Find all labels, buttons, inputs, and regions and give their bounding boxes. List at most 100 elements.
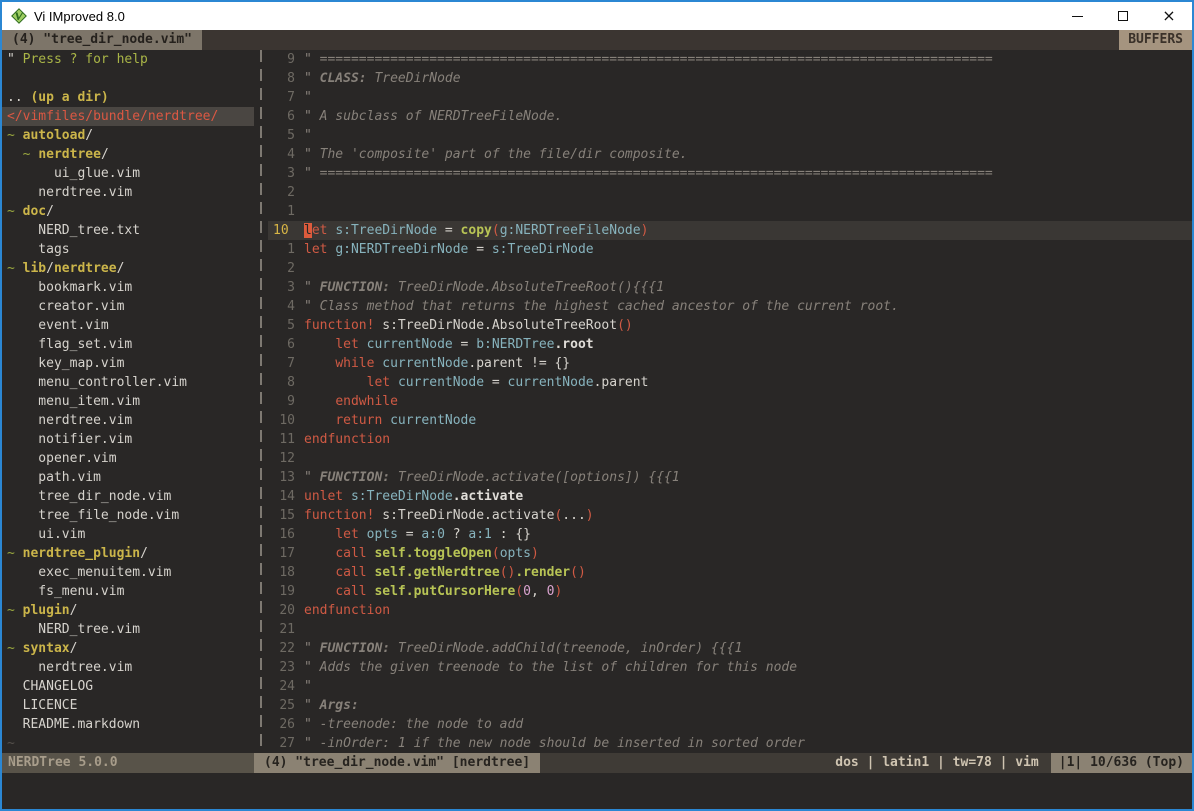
code-line[interactable]: 11endfunction — [268, 430, 1192, 449]
tree-item[interactable]: ~ doc/ — [2, 202, 254, 221]
tab-tree-dir-node[interactable]: (4) "tree_dir_node.vim" — [2, 30, 202, 50]
tree-item[interactable]: NERD_tree.txt — [2, 221, 254, 240]
code-line[interactable]: 26" -treenode: the node to add — [268, 715, 1192, 734]
line-text: let g:NERDTreeDirNode = s:TreeDirNode — [304, 240, 594, 259]
code-line[interactable]: 5function! s:TreeDirNode.AbsoluteTreeRoo… — [268, 316, 1192, 335]
tree-item[interactable]: ~ plugin/ — [2, 601, 254, 620]
nerdtree-pane[interactable]: " Press ? for help .. (up a dir)</vimfile… — [2, 50, 254, 753]
tree-item[interactable]: ui.vim — [2, 525, 254, 544]
nerdtree-statusline: NERDTree 5.0.0 — [2, 753, 254, 773]
tree-item[interactable]: tree_dir_node.vim — [2, 487, 254, 506]
code-line[interactable]: 17 call self.toggleOpen(opts) — [268, 544, 1192, 563]
code-line[interactable]: 10let s:TreeDirNode = copy(g:NERDTreeFil… — [268, 221, 1192, 240]
code-line[interactable]: 2 — [268, 183, 1192, 202]
code-line[interactable]: 4" Class method that returns the highest… — [268, 297, 1192, 316]
tree-item[interactable]: ~ syntax/ — [2, 639, 254, 658]
tree-item[interactable]: CHANGELOG — [2, 677, 254, 696]
tree-item[interactable]: ~ autoload/ — [2, 126, 254, 145]
line-number: 20 — [268, 601, 304, 620]
editor-pane[interactable]: 9" =====================================… — [268, 50, 1192, 753]
code-line[interactable]: 19 call self.putCursorHere(0, 0) — [268, 582, 1192, 601]
tree-item[interactable]: .. (up a dir) — [2, 88, 254, 107]
close-button[interactable]: × — [1146, 2, 1192, 30]
line-text: fs_menu.vim — [7, 582, 124, 601]
close-icon: × — [1162, 8, 1175, 24]
code-line[interactable]: 5" — [268, 126, 1192, 145]
code-line[interactable]: 13" FUNCTION: TreeDirNode.activate([opti… — [268, 468, 1192, 487]
tree-item[interactable]: ~ — [2, 734, 254, 753]
tree-item[interactable]: nerdtree.vim — [2, 658, 254, 677]
tree-item[interactable]: ~ lib/nerdtree/ — [2, 259, 254, 278]
tree-item[interactable]: key_map.vim — [2, 354, 254, 373]
code-line[interactable]: 7" — [268, 88, 1192, 107]
position-status-segment: |1| 10/636 (Top) — [1051, 753, 1192, 773]
code-line[interactable]: 23" Adds the given treenode to the list … — [268, 658, 1192, 677]
tree-item[interactable]: ~ nerdtree/ — [2, 145, 254, 164]
tree-item[interactable]: notifier.vim — [2, 430, 254, 449]
code-line[interactable]: 21 — [268, 620, 1192, 639]
line-number: 9 — [268, 392, 304, 411]
code-line[interactable]: 1 — [268, 202, 1192, 221]
code-line[interactable]: 6" A subclass of NERDTreeFileNode. — [268, 107, 1192, 126]
tree-item[interactable]: README.markdown — [2, 715, 254, 734]
tree-item[interactable]: creator.vim — [2, 297, 254, 316]
code-line[interactable]: 2 — [268, 259, 1192, 278]
tree-item[interactable]: menu_item.vim — [2, 392, 254, 411]
tree-item[interactable] — [2, 69, 254, 88]
line-text: endfunction — [304, 601, 390, 620]
code-line[interactable]: 18 call self.getNerdtree().render() — [268, 563, 1192, 582]
tree-item[interactable]: LICENCE — [2, 696, 254, 715]
tree-item[interactable]: nerdtree.vim — [2, 183, 254, 202]
code-line[interactable]: 4" The 'composite' part of the file/dir … — [268, 145, 1192, 164]
maximize-button[interactable] — [1100, 2, 1146, 30]
tree-item[interactable]: path.vim — [2, 468, 254, 487]
tree-item[interactable]: opener.vim — [2, 449, 254, 468]
code-line[interactable]: 6 let currentNode = b:NERDTree.root — [268, 335, 1192, 354]
tree-item[interactable]: " Press ? for help — [2, 50, 254, 69]
code-line[interactable]: 3" =====================================… — [268, 164, 1192, 183]
tree-item[interactable]: tree_file_node.vim — [2, 506, 254, 525]
line-text: event.vim — [7, 316, 109, 335]
tree-item[interactable]: </vimfiles/bundle/nerdtree/ — [2, 107, 254, 126]
line-number: 27 — [268, 734, 304, 753]
tree-item[interactable]: ui_glue.vim — [2, 164, 254, 183]
code-line[interactable]: 8" CLASS: TreeDirNode — [268, 69, 1192, 88]
tree-item[interactable]: menu_controller.vim — [2, 373, 254, 392]
code-line[interactable]: 3" FUNCTION: TreeDirNode.AbsoluteTreeRoo… — [268, 278, 1192, 297]
tree-item[interactable]: tags — [2, 240, 254, 259]
tree-item[interactable]: exec_menuitem.vim — [2, 563, 254, 582]
tree-item[interactable]: event.vim — [2, 316, 254, 335]
main-content: " Press ? for help .. (up a dir)</vimfile… — [2, 50, 1192, 753]
tree-item[interactable]: fs_menu.vim — [2, 582, 254, 601]
code-line[interactable]: 9" =====================================… — [268, 50, 1192, 69]
code-line[interactable]: 15function! s:TreeDirNode.activate(...) — [268, 506, 1192, 525]
line-text: tags — [7, 240, 70, 259]
code-line[interactable]: 20endfunction — [268, 601, 1192, 620]
code-line[interactable]: 8 let currentNode = currentNode.parent — [268, 373, 1192, 392]
code-line[interactable]: 14unlet s:TreeDirNode.activate — [268, 487, 1192, 506]
line-text: bookmark.vim — [7, 278, 132, 297]
code-line[interactable]: 24" — [268, 677, 1192, 696]
code-line[interactable]: 16 let opts = a:0 ? a:1 : {} — [268, 525, 1192, 544]
line-number: 18 — [268, 563, 304, 582]
command-line[interactable] — [2, 773, 1192, 809]
minimize-button[interactable] — [1054, 2, 1100, 30]
line-text: notifier.vim — [7, 430, 132, 449]
window-separator[interactable] — [254, 50, 268, 753]
code-line[interactable]: 1let g:NERDTreeDirNode = s:TreeDirNode — [268, 240, 1192, 259]
code-line[interactable]: 9 endwhile — [268, 392, 1192, 411]
tree-item[interactable]: ~ nerdtree_plugin/ — [2, 544, 254, 563]
tree-item[interactable]: nerdtree.vim — [2, 411, 254, 430]
code-line[interactable]: 25" Args: — [268, 696, 1192, 715]
tree-item[interactable]: flag_set.vim — [2, 335, 254, 354]
line-number: 19 — [268, 582, 304, 601]
code-line[interactable]: 22" FUNCTION: TreeDirNode.addChild(treen… — [268, 639, 1192, 658]
tree-item[interactable]: NERD_tree.vim — [2, 620, 254, 639]
code-line[interactable]: 10 return currentNode — [268, 411, 1192, 430]
code-line[interactable]: 27" -inOrder: 1 if the new node should b… — [268, 734, 1192, 753]
fileinfo-status-segment: dos | latin1 | tw=78 | vim — [540, 753, 1051, 773]
tree-item[interactable]: bookmark.vim — [2, 278, 254, 297]
line-number: 25 — [268, 696, 304, 715]
code-line[interactable]: 7 while currentNode.parent != {} — [268, 354, 1192, 373]
code-line[interactable]: 12 — [268, 449, 1192, 468]
